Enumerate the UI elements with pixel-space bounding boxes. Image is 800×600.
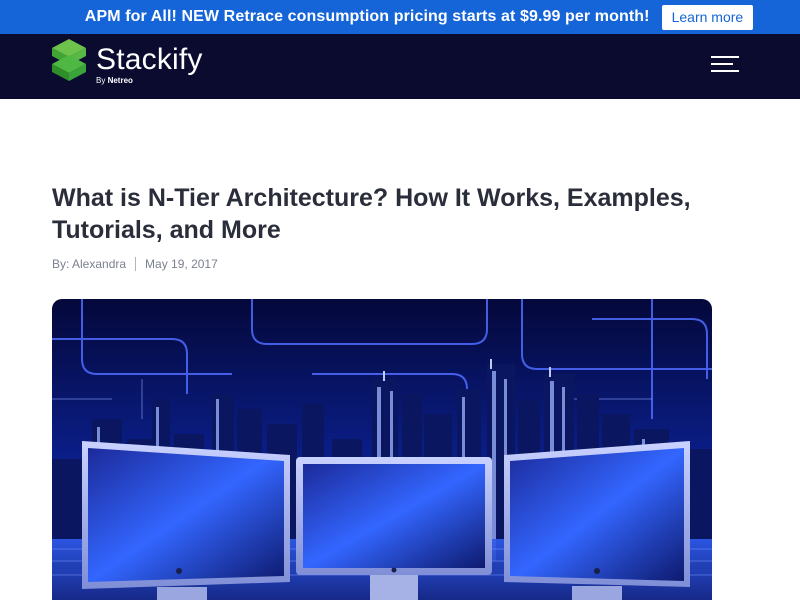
meta-divider	[135, 257, 137, 271]
byline-company: Netreo	[107, 76, 133, 85]
article-meta: By: Alexandra May 19, 2017	[52, 257, 218, 271]
city-skyline-with-monitors-image	[52, 299, 712, 600]
learn-more-button[interactable]: Learn more	[661, 4, 754, 30]
promo-text: APM for All! NEW Retrace consumption pri…	[84, 8, 650, 25]
byline-prefix: By	[96, 76, 106, 85]
article-title: What is N-Tier Architecture? How It Work…	[52, 184, 691, 244]
article-author[interactable]: By: Alexandra	[52, 257, 126, 271]
brand-name[interactable]: Stackify	[96, 43, 203, 77]
stackify-logo-icon[interactable]	[52, 39, 86, 81]
brand-byline: By Netreo	[96, 76, 133, 85]
article-date: May 19, 2017	[145, 257, 218, 271]
promo-banner: APM for All! NEW Retrace consumption pri…	[0, 0, 800, 34]
hero-image	[52, 299, 712, 600]
site-header: Stackify By Netreo	[0, 34, 800, 99]
hamburger-menu-icon[interactable]	[711, 55, 739, 75]
